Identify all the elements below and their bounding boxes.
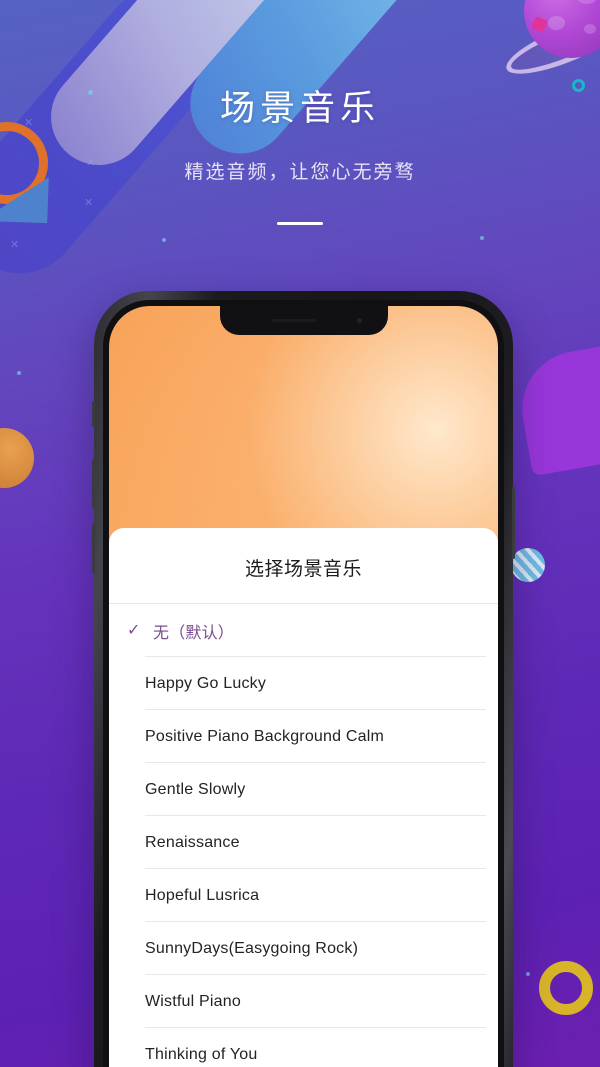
header-divider	[277, 222, 323, 225]
decor-circle-striped	[511, 548, 545, 582]
music-option-row[interactable]: Thinking of You	[109, 1028, 498, 1067]
music-option-row[interactable]: Happy Go Lucky	[109, 657, 498, 710]
music-option-label: SunnyDays(Easygoing Rock)	[145, 939, 359, 957]
decor-sparkle	[17, 371, 21, 375]
decor-sparkle	[480, 236, 484, 240]
speaker-grille-icon	[271, 319, 316, 322]
music-option-label: Thinking of You	[145, 1045, 258, 1063]
phone-mockup: 选择场景音乐 ✓ 无（默认） Happy Go Lucky Positive Pian…	[92, 291, 515, 1067]
music-option-label: Positive Piano Background Calm	[145, 727, 385, 745]
decor-cross: ✕	[10, 239, 20, 251]
music-option-label: Gentle Slowly	[145, 780, 246, 798]
promo-screenshot: ✕ ✕ ✕ ✕ 场景音乐 精选音频，让您心无旁骛 选择场景音乐 ✓ 无（默认） Ha	[0, 0, 600, 1067]
music-option-row[interactable]: Positive Piano Background Calm	[109, 710, 498, 763]
decor-planet-crater	[584, 24, 596, 34]
music-option-list[interactable]: ✓ 无（默认） Happy Go Lucky Positive Piano Backg…	[109, 604, 498, 1067]
phone-power-button	[512, 487, 515, 559]
page-title: 场景音乐	[219, 89, 380, 128]
decor-dot-pink	[530, 15, 549, 34]
decor-blob-purple	[513, 335, 600, 477]
decor-circle-gold	[0, 428, 34, 488]
decor-planet-crater	[576, 0, 598, 4]
music-option-row[interactable]: SunnyDays(Easygoing Rock)	[109, 922, 498, 975]
music-option-row[interactable]: ✓ 无（默认）	[109, 604, 498, 657]
music-option-row[interactable]: Hopeful Lusrica	[109, 869, 498, 922]
phone-mute-switch	[92, 401, 95, 427]
decor-planet-ring	[500, 5, 600, 85]
decor-sparkle	[526, 972, 530, 976]
decor-ring-gold	[539, 961, 593, 1015]
promo-header: 场景音乐 精选音频，让您心无旁骛	[0, 80, 600, 225]
page-subtitle: 精选音频，让您心无旁骛	[184, 162, 416, 183]
music-option-label: Wistful Piano	[145, 992, 241, 1010]
music-option-row[interactable]: Gentle Slowly	[109, 763, 498, 816]
music-option-label: 无（默认）	[153, 624, 235, 642]
phone-volume-down-button	[92, 523, 95, 573]
music-option-row[interactable]: Renaissance	[109, 816, 498, 869]
phone-notch	[219, 306, 388, 335]
decor-sparkle	[162, 238, 166, 242]
sheet-title: 选择场景音乐	[244, 559, 362, 580]
phone-bezel: 选择场景音乐 ✓ 无（默认） Happy Go Lucky Positive Pian…	[103, 300, 504, 1067]
music-option-label: Hopeful Lusrica	[145, 886, 260, 904]
decor-planet-crater	[548, 16, 565, 30]
music-option-row[interactable]: Wistful Piano	[109, 975, 498, 1028]
front-camera-icon	[356, 318, 362, 323]
music-option-label: Happy Go Lucky	[145, 674, 267, 692]
decor-planet	[524, 0, 600, 58]
phone-screen: 选择场景音乐 ✓ 无（默认） Happy Go Lucky Positive Pian…	[109, 306, 498, 1067]
music-option-label: Renaissance	[145, 833, 240, 851]
phone-volume-up-button	[92, 459, 95, 509]
check-icon: ✓	[127, 621, 141, 639]
music-picker-sheet: 选择场景音乐 ✓ 无（默认） Happy Go Lucky Positive Pian…	[109, 528, 498, 1067]
